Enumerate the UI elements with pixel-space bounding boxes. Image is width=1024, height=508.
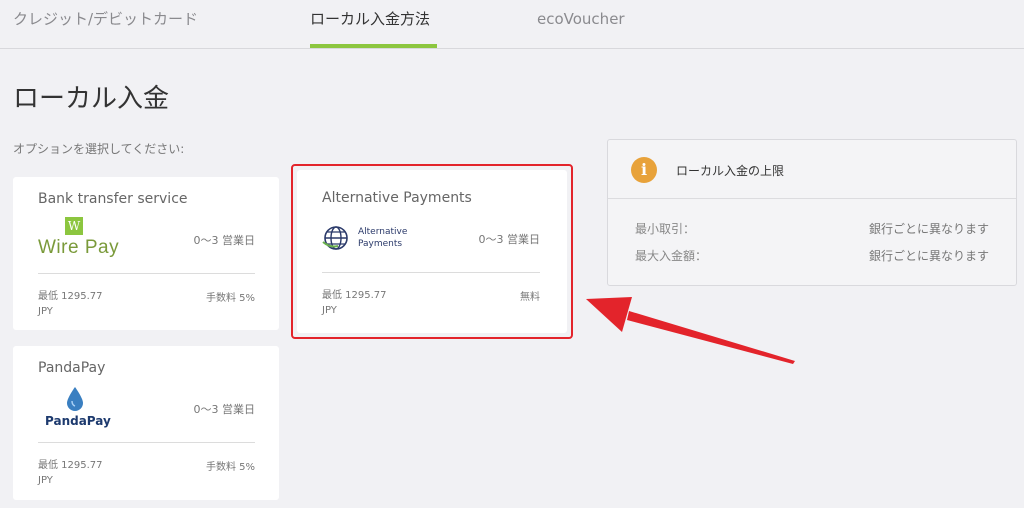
annotation-arrow-icon xyxy=(586,297,795,364)
